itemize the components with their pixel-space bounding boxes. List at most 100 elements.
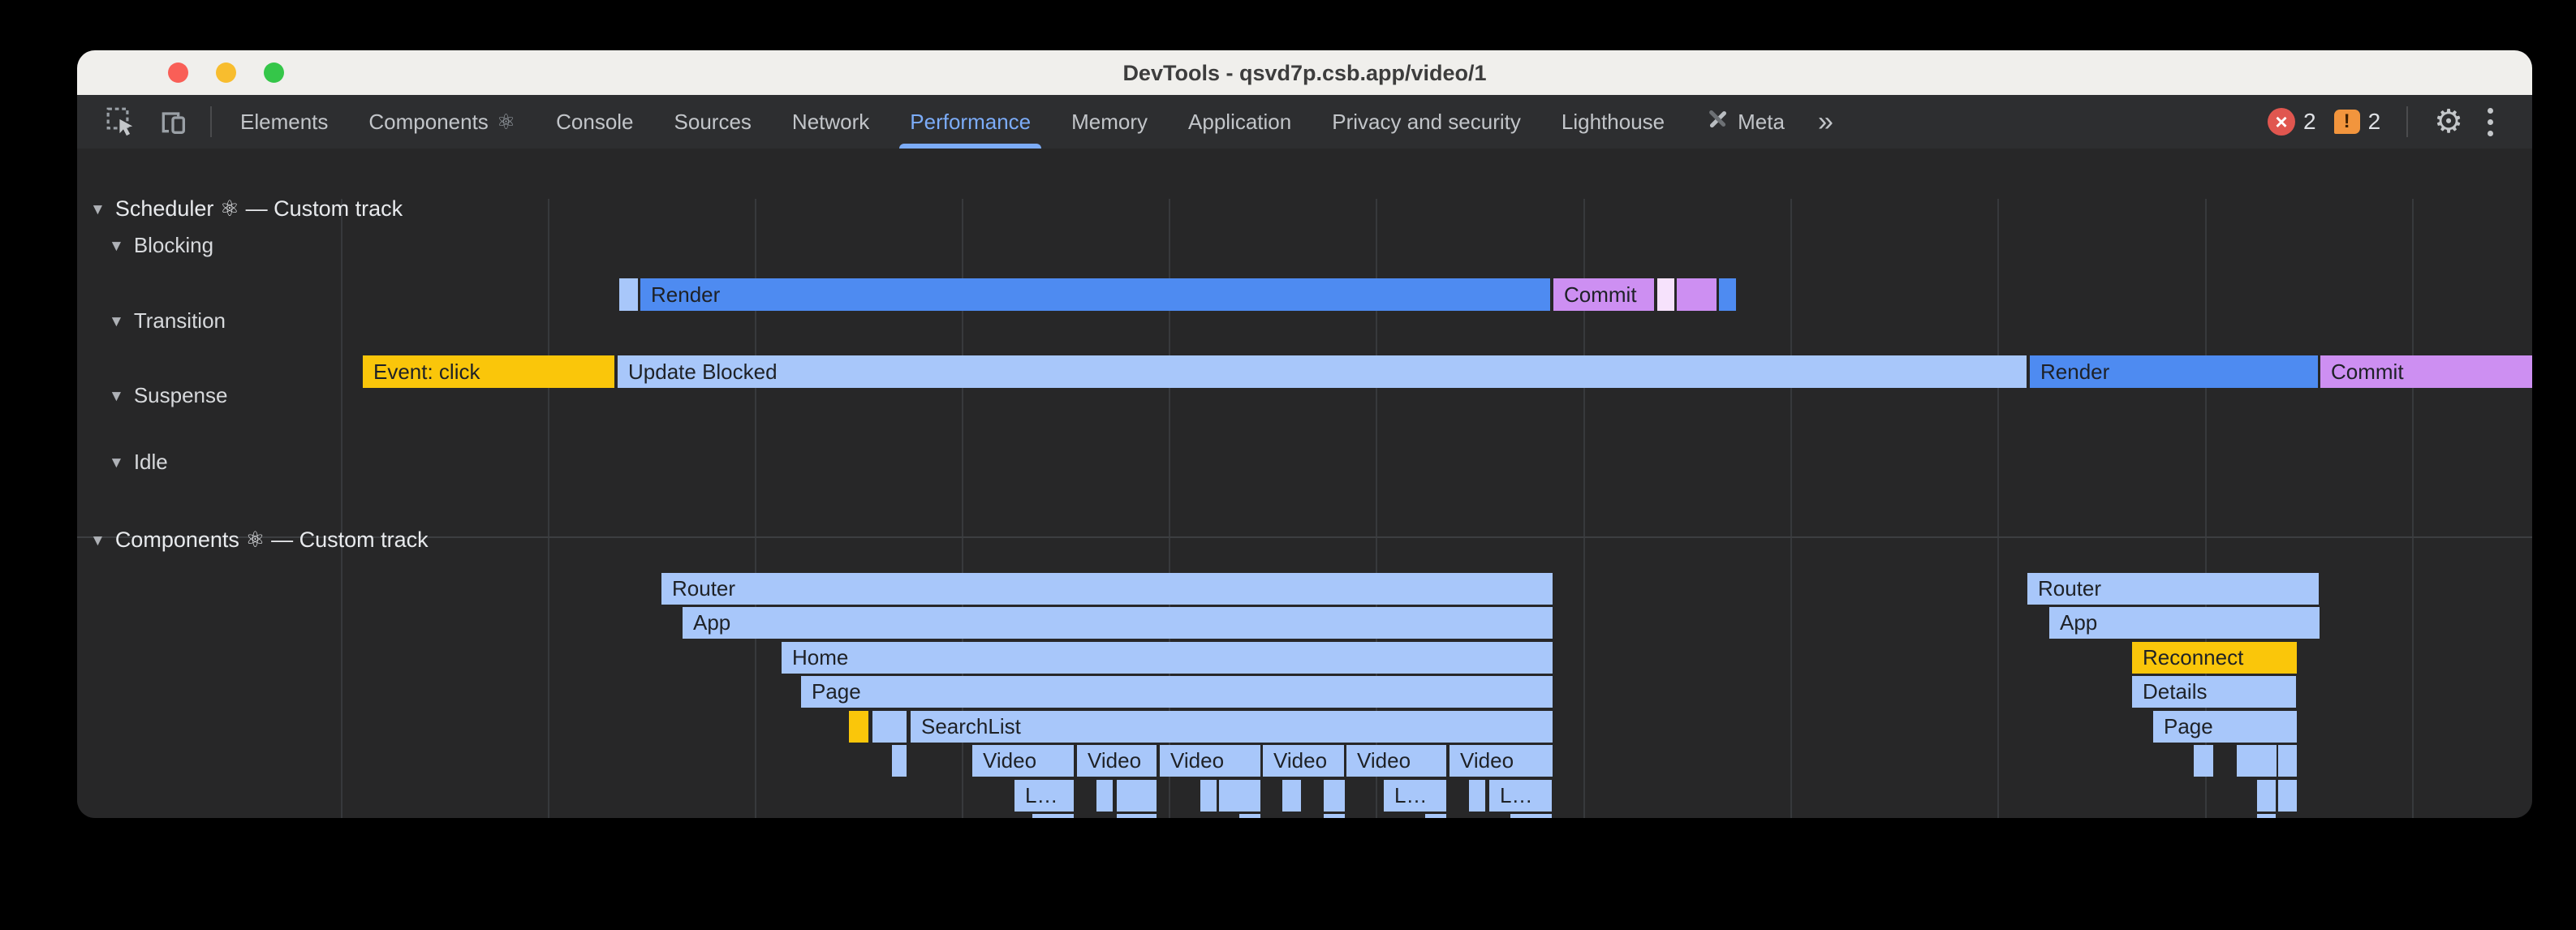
collapse-triangle-icon[interactable]: ▼ [109,388,124,406]
flame-bar[interactable] [1219,780,1260,812]
tab-components[interactable]: Components⚛ [348,95,536,149]
flame-bar[interactable] [1117,780,1157,812]
flame-bar-event-click[interactable]: Event: click [363,355,614,388]
lane-label-transition[interactable]: ▼ Transition [109,308,226,334]
lane-label-blocking[interactable]: ▼ Blocking [109,233,213,258]
tab-elements[interactable]: Elements [220,95,348,149]
flame-bar-details[interactable]: Details [2132,676,2296,708]
flame-bar-router[interactable]: Router [661,573,1553,605]
devtools-tabbar: ElementsComponents⚛ Console Sources Network… [77,95,2532,149]
flame-bar[interactable] [1200,780,1217,812]
tab-label: Privacy and security [1332,110,1521,135]
flame-bar[interactable] [2237,745,2277,777]
performance-flame-chart[interactable]: ▼Scheduler ⚛ — Custom track▼Blocking▼Tra… [77,149,2532,818]
more-options-icon[interactable] [2481,108,2500,136]
tab-performance[interactable]: Performance [890,95,1051,149]
devtools-window: DevTools - qsvd7p.csb.app/video/1 [77,50,2532,818]
lane-label-text: Transition [134,308,226,333]
tab-label: Performance [910,110,1031,135]
warning-icon: ! [2334,110,2360,134]
flame-bar[interactable] [1469,780,1485,812]
flame-bar-video[interactable]: Video [1346,745,1446,777]
more-tabs-chevron[interactable]: » [1805,95,1846,149]
flame-bar[interactable] [2257,814,2276,818]
flame-bar-render[interactable]: Render [640,278,1550,311]
flame-bar-page[interactable]: Page [801,676,1553,708]
collapse-triangle-icon[interactable]: ▼ [90,532,106,550]
flame-bar-video[interactable]: Video [1160,745,1260,777]
flame-bar[interactable] [872,711,907,743]
flame-bar-video[interactable]: Video [972,745,1074,777]
device-toolbar-icon[interactable] [150,99,196,144]
track-header[interactable]: ▼Scheduler ⚛ — Custom track [90,196,403,222]
tab-application[interactable]: Application [1168,95,1312,149]
tab-network[interactable]: Network [772,95,890,149]
flame-bar[interactable] [1239,814,1260,818]
tab-label: Console [556,110,633,135]
gridline [341,199,342,818]
flame-bar-page[interactable]: Page [2153,711,2297,743]
track-separator [77,536,2532,538]
flame-bar-video[interactable]: Video [1450,745,1553,777]
lane-label-suspense[interactable]: ▼Suspense [109,383,227,408]
tab-meta[interactable]: Meta [1685,95,1805,149]
flame-bar-searchlist[interactable]: SearchList [911,711,1553,743]
gridline [2412,199,2414,818]
flame-bar-commit[interactable]: Commit [2320,355,2532,388]
flame-bar-router[interactable]: Router [2027,573,2319,605]
flame-bar[interactable] [2278,780,2297,812]
flame-bar[interactable] [849,711,868,743]
flame-bar[interactable] [2194,745,2213,777]
tab-lighthouse[interactable]: Lighthouse [1541,95,1685,149]
warning-badge[interactable]: ! 2 [2334,109,2381,135]
flame-bar-l-[interactable]: L… [1384,780,1446,812]
tab-privacy-and-security[interactable]: Privacy and security [1312,95,1541,149]
lane-label-text: Idle [134,450,168,474]
tab-label: Network [792,110,869,135]
tab-memory[interactable]: Memory [1051,95,1168,149]
flame-bar-app[interactable]: App [2049,607,2320,639]
tab-label: Memory [1071,110,1148,135]
flame-bar[interactable] [1719,278,1736,311]
collapse-triangle-icon[interactable]: ▼ [109,313,124,331]
inspect-icon[interactable] [98,99,144,144]
collapse-triangle-icon[interactable]: ▼ [109,238,124,256]
flame-bar[interactable] [1096,780,1113,812]
flame-bar[interactable] [1032,814,1074,818]
warning-count: 2 [2368,109,2381,135]
flame-bar-l-[interactable]: L… [1014,780,1074,812]
tab-label: Meta [1738,110,1785,135]
panel-tabs: ElementsComponents⚛ Console Sources Network… [220,95,1846,149]
flame-bar[interactable] [2278,745,2297,777]
flame-bar[interactable] [1324,780,1345,812]
settings-gear-icon[interactable]: ⚙ [2434,105,2463,138]
lane-label-idle[interactable]: ▼ Idle [109,450,168,475]
flame-bar[interactable] [2257,780,2276,812]
collapse-triangle-icon[interactable]: ▼ [109,454,124,472]
tab-sources[interactable]: Sources [654,95,772,149]
lane-label-text: Blocking [134,233,213,257]
tab-label: Sources [674,110,752,135]
tab-console[interactable]: Console [536,95,653,149]
flame-bar[interactable] [619,278,638,311]
flame-bar[interactable] [892,745,907,777]
flame-bar-render[interactable]: Render [2030,355,2318,388]
flame-bar[interactable] [1282,780,1301,812]
flame-bar-update-blocked[interactable]: Update Blocked [618,355,2027,388]
flame-bar-app[interactable]: App [683,607,1553,639]
flame-bar[interactable] [1425,814,1446,818]
flame-bar-commit[interactable]: Commit [1553,278,1654,311]
collapse-triangle-icon[interactable]: ▼ [90,201,106,219]
flame-bar[interactable] [1510,814,1552,818]
flame-bar-reconnect[interactable]: Reconnect [2132,642,2297,674]
flame-bar-video[interactable]: Video [1263,745,1344,777]
flame-bar[interactable] [1117,814,1157,818]
flame-bar[interactable] [1677,278,1717,311]
flame-bar-video[interactable]: Video [1077,745,1157,777]
flame-bar-l-[interactable]: L… [1489,780,1552,812]
flame-bar[interactable] [1657,278,1674,311]
flame-bar-home[interactable]: Home [782,642,1553,674]
track-header[interactable]: ▼Components ⚛ — Custom track [90,527,429,553]
error-badge[interactable]: × 2 [2268,108,2316,136]
flame-bar[interactable] [1324,814,1345,818]
